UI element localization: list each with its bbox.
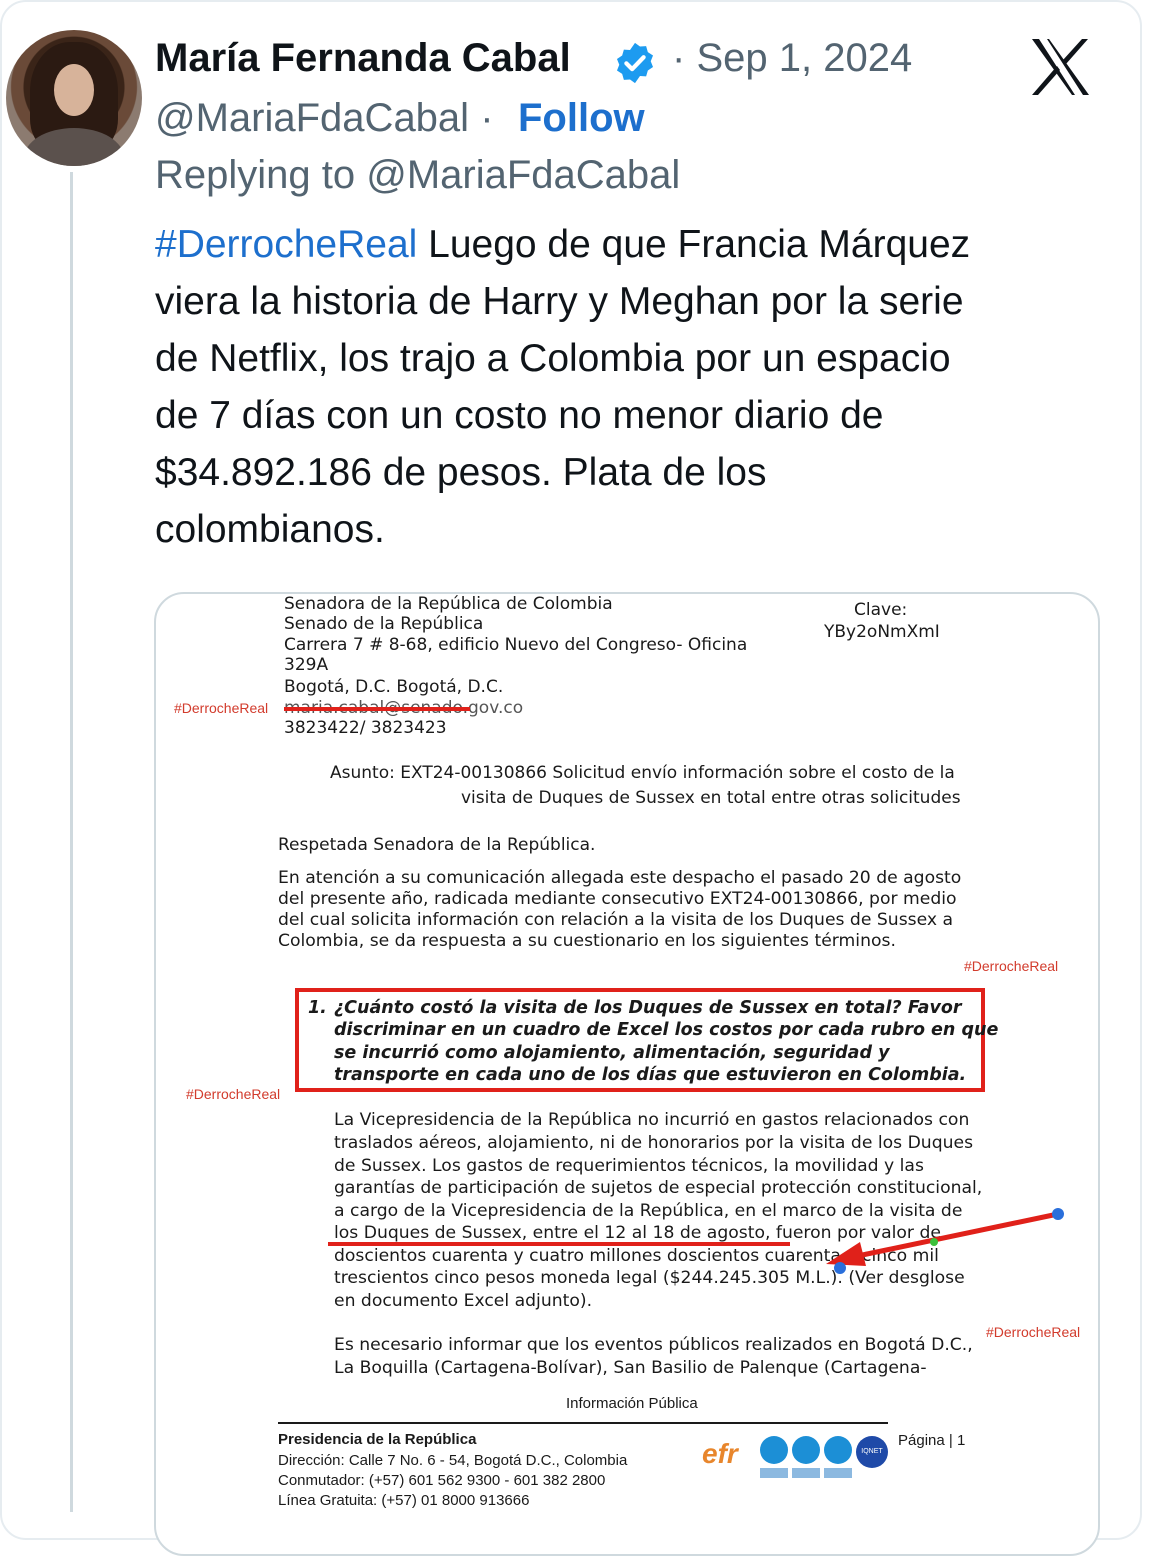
doc-header-line: 329A bbox=[284, 655, 329, 675]
author-name[interactable]: María Fernanda Cabal bbox=[155, 36, 571, 81]
tweet-line: colombianos. bbox=[155, 508, 385, 551]
closing-line: La Boquilla (Cartagena-Bolívar), San Bas… bbox=[334, 1358, 927, 1378]
avatar-face bbox=[54, 64, 94, 116]
tweet-line-text: Luego de que Francia Márquez bbox=[417, 223, 971, 266]
answer-line: garantías de participación de sujetos de… bbox=[334, 1178, 983, 1198]
doc-header-line: Carrera 7 # 8-68, edificio Nuevo del Con… bbox=[284, 635, 748, 655]
tweet-line: de Netflix, los trajo a Colombia por un … bbox=[155, 337, 951, 380]
tweet-line: de 7 días con un costo no menor diario d… bbox=[155, 394, 884, 437]
attached-document-image[interactable]: Senadora de la República de Colombia Sen… bbox=[154, 592, 1100, 1556]
doc-header-line: 3823422/ 3823423 bbox=[284, 718, 447, 738]
asunto-line: Asunto: EXT24-00130866 Solicitud envío i… bbox=[330, 763, 955, 783]
footer-address: Dirección: Calle 7 No. 6 - 54, Bogotá D.… bbox=[278, 1452, 628, 1469]
handle-text: @MariaFdaCabal bbox=[155, 96, 470, 140]
footer-toll-free: Línea Gratuita: (+57) 01 8000 913666 bbox=[278, 1492, 530, 1509]
date-text: Sep 1, 2024 bbox=[696, 36, 913, 80]
watermark-tag: #DerrocheReal bbox=[986, 1324, 1081, 1340]
tweet-line: $34.892.186 de pesos. Plata de los bbox=[155, 451, 767, 494]
watermark-tag: #DerrocheReal bbox=[186, 1086, 281, 1102]
intro-line: Colombia, se da respuesta a su cuestiona… bbox=[278, 931, 896, 951]
seal-caption-icon bbox=[792, 1468, 820, 1478]
question-number: 1. bbox=[308, 998, 327, 1018]
doc-header-line: Senadora de la República de Colombia bbox=[284, 594, 613, 614]
post-date[interactable]: · Sep 1, 2024 bbox=[672, 36, 912, 81]
question-line: discriminar en un cuadro de Excel los co… bbox=[334, 1020, 999, 1040]
follow-button[interactable]: Follow bbox=[518, 96, 645, 141]
tweet-text: #DerrocheReal Luego de que Francia Márqu… bbox=[155, 216, 1095, 558]
icontec-seal-icon bbox=[824, 1436, 852, 1464]
watermark-tag: #DerrocheReal bbox=[174, 700, 269, 716]
question-line: ¿Cuánto costó la visita de los Duques de… bbox=[334, 998, 962, 1018]
intro-line: del presente año, radicada mediante cons… bbox=[278, 889, 957, 909]
doc-header-line: Senado de la República bbox=[284, 614, 484, 634]
x-logo-icon[interactable] bbox=[1028, 36, 1092, 98]
answer-line: de Sussex. Los gastos de requerimientos … bbox=[334, 1156, 924, 1176]
salutation: Respetada Senadora de la República. bbox=[278, 835, 596, 855]
red-arrow-annotation bbox=[826, 1208, 1064, 1274]
footer-phone: Conmutador: (+57) 601 562 9300 - 601 382… bbox=[278, 1472, 606, 1489]
classification-label: Información Pública bbox=[566, 1395, 698, 1412]
email-redaction-mark bbox=[284, 707, 470, 711]
handle-separator: · bbox=[480, 96, 494, 140]
dates-underline-mark bbox=[328, 1242, 790, 1246]
clave-value: YBy2oNmXmI bbox=[824, 622, 940, 642]
closing-line: Es necesario informar que los eventos pú… bbox=[334, 1335, 973, 1355]
iqnet-logo: IQNET bbox=[856, 1436, 888, 1468]
tweet-line: viera la historia de Harry y Meghan por … bbox=[155, 280, 964, 323]
author-handle[interactable]: @MariaFdaCabal · bbox=[155, 96, 494, 141]
answer-line: traslados aéreos, alojamiento, ni de hon… bbox=[334, 1133, 974, 1153]
watermark-tag: #DerrocheReal bbox=[964, 958, 1059, 974]
asunto-line: visita de Duques de Sussex en total entr… bbox=[461, 788, 961, 808]
seal-caption-icon bbox=[760, 1468, 788, 1478]
footer-org: Presidencia de la República bbox=[278, 1431, 477, 1448]
thread-connector-line bbox=[70, 172, 73, 1512]
page-number: Página | 1 bbox=[898, 1432, 966, 1449]
seal-caption-icon bbox=[824, 1468, 852, 1478]
efr-logo: efr bbox=[702, 1438, 738, 1469]
icontec-seal-icon bbox=[760, 1436, 788, 1464]
icontec-seal-icon bbox=[792, 1436, 820, 1464]
footer-divider bbox=[278, 1422, 888, 1424]
hashtag-link[interactable]: #DerrocheReal bbox=[155, 223, 417, 266]
certification-logos: efr IQNET bbox=[702, 1434, 892, 1494]
intro-line: del cual solicita información con relaci… bbox=[278, 910, 954, 930]
document-scan: Senadora de la República de Colombia Sen… bbox=[156, 594, 1098, 1554]
clave-label: Clave: bbox=[854, 600, 908, 620]
intro-line: En atención a su comunicación allegada e… bbox=[278, 868, 962, 888]
question-line: se incurrió como alojamiento, alimentaci… bbox=[334, 1043, 890, 1063]
doc-header-line: Bogotá, D.C. Bogotá, D.C. bbox=[284, 677, 504, 697]
verified-badge-icon bbox=[616, 42, 654, 84]
avatar[interactable] bbox=[6, 30, 142, 166]
question-line: transporte en cada uno de los días que e… bbox=[334, 1065, 967, 1085]
replying-to-text[interactable]: Replying to @MariaFdaCabal bbox=[155, 153, 680, 198]
tweet-line: #DerrocheReal Luego de que Francia Márqu… bbox=[155, 216, 1095, 273]
date-separator: · bbox=[672, 36, 686, 80]
answer-line: en documento Excel adjunto). bbox=[334, 1291, 593, 1311]
answer-line: La Vicepresidencia de la República no in… bbox=[334, 1110, 970, 1130]
